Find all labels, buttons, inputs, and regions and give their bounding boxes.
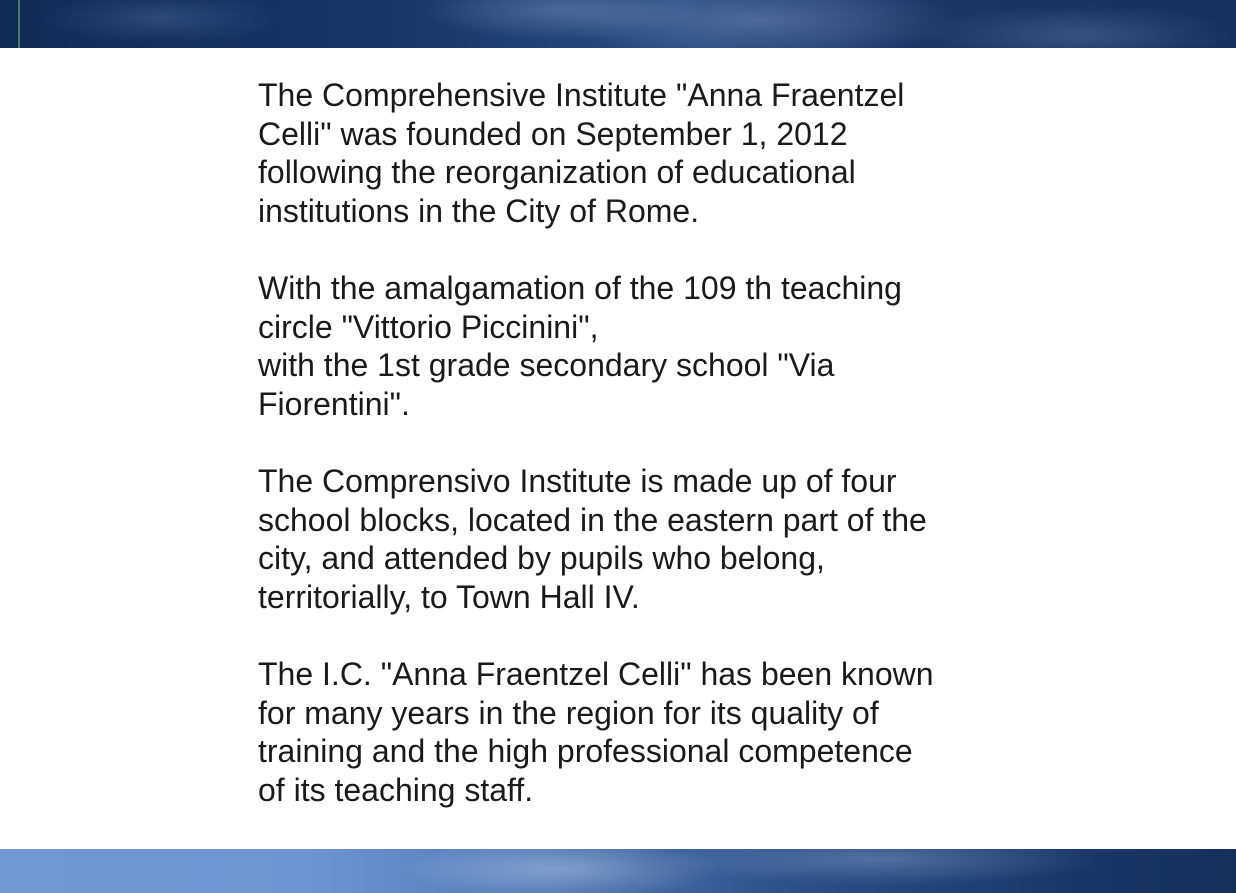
top-background-band <box>0 0 1236 48</box>
plant-stem-decoration <box>18 0 20 48</box>
paragraph-amalgamation: With the amalgamation of the 109 th teac… <box>258 269 902 422</box>
slide: The Comprehensive Institute "Anna Fraent… <box>0 0 1236 893</box>
paragraph-school-blocks: The Comprensivo Institute is made up of … <box>258 462 927 615</box>
paragraph-reputation: The I.C. "Anna Fraentzel Celli" has been… <box>258 655 934 808</box>
paragraph-founding: The Comprehensive Institute "Anna Fraent… <box>258 77 905 229</box>
bottom-background-band <box>0 849 1236 893</box>
body-text: The Comprehensive Institute "Anna Fraent… <box>258 76 998 809</box>
